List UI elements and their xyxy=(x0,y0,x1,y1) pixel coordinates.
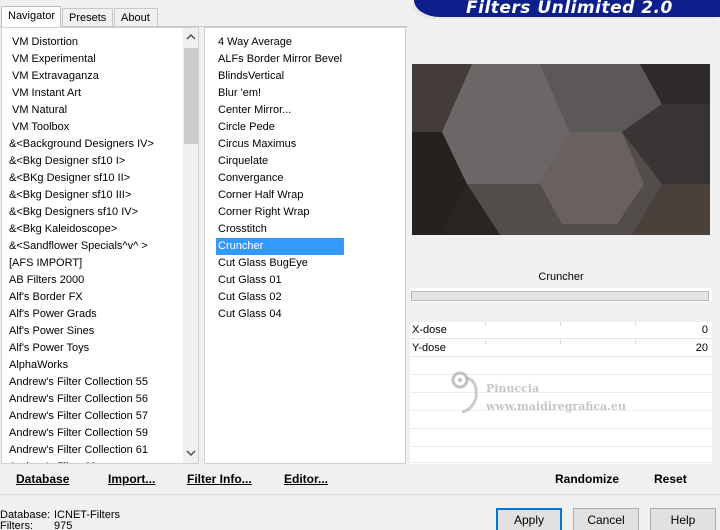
status-filters: Filters: 975 xyxy=(0,520,72,530)
param-value: 20 xyxy=(695,342,708,354)
category-item[interactable]: Alf's Border FX xyxy=(2,289,156,306)
param-separator-bar xyxy=(411,291,709,301)
filter-item[interactable]: Cirquelate xyxy=(216,153,344,170)
category-item[interactable]: &<Background Designers IV> xyxy=(2,136,156,153)
filter-item[interactable]: Cut Glass 01 xyxy=(216,272,344,289)
param-label: Y-dose xyxy=(412,342,446,354)
filter-item[interactable]: Corner Half Wrap xyxy=(216,187,344,204)
category-item[interactable]: &<Sandflower Specials^v^ > xyxy=(2,238,156,255)
category-item[interactable]: Andrew's Filter Collection 55 xyxy=(2,374,156,391)
category-item[interactable]: Alf's Power Sines xyxy=(2,323,156,340)
database-button[interactable]: Database xyxy=(16,472,69,486)
filter-item[interactable]: Corner Right Wrap xyxy=(216,204,344,221)
parameters-panel: Cruncher X-dose 0 Y-dose 20 xyxy=(410,266,712,464)
category-item[interactable]: VM Distortion xyxy=(2,34,156,51)
filter-list[interactable]: 4 Way Average ALFs Border Mirror Bevel Bli… xyxy=(216,34,345,323)
category-item[interactable]: AB Filters 2000 xyxy=(2,272,156,289)
category-item[interactable]: &<BKg Designer sf10 II> xyxy=(2,170,156,187)
filter-item[interactable]: Center Mirror... xyxy=(216,102,344,119)
app-title: Filters Unlimited 2.0 xyxy=(466,0,673,18)
category-item[interactable]: Andrew's Filter Collection 61 xyxy=(2,442,156,459)
filter-item[interactable]: Crosstitch xyxy=(216,221,344,238)
filter-item[interactable]: Cruncher xyxy=(216,238,345,255)
chevron-down-icon[interactable] xyxy=(183,446,198,462)
category-item[interactable]: &<Bkg Designer sf10 III> xyxy=(2,187,156,204)
category-item[interactable]: &<Bkg Designers sf10 IV> xyxy=(2,204,156,221)
import-button[interactable]: Import... xyxy=(108,472,155,486)
title-banner: Filters Unlimited 2.0 xyxy=(414,0,720,18)
cancel-button[interactable]: Cancel xyxy=(573,508,639,530)
chevron-up-icon[interactable] xyxy=(183,30,198,46)
category-item[interactable]: AlphaWorks xyxy=(2,357,156,374)
filter-item[interactable]: Cut Glass 02 xyxy=(216,289,344,306)
category-item[interactable]: Andrew's Filter Collection 57 xyxy=(2,408,156,425)
category-scrollbar[interactable] xyxy=(183,28,198,463)
category-item[interactable]: &<Bkg Designer sf10 I> xyxy=(2,153,156,170)
filter-name-display: Cruncher xyxy=(410,266,712,288)
preview-image xyxy=(412,64,710,235)
tab-navigator[interactable]: Navigator xyxy=(1,6,61,27)
category-item[interactable]: VM Natural xyxy=(2,102,156,119)
reset-button[interactable]: Reset xyxy=(654,472,687,486)
bottom-toolbar: Database Import... Filter Info... Editor… xyxy=(0,464,720,494)
help-button[interactable]: Help xyxy=(650,508,716,530)
category-item[interactable]: VM Instant Art xyxy=(2,85,156,102)
category-item[interactable]: Andrew's Filter Collection 59 xyxy=(2,425,156,442)
filter-item[interactable]: ALFs Border Mirror Bevel xyxy=(216,51,344,68)
filter-item[interactable]: Cut Glass BugEye xyxy=(216,255,344,272)
category-item[interactable]: Alf's Power Grads xyxy=(2,306,156,323)
category-list-panel[interactable]: VM Distortion VM Experimental VM Extravaga… xyxy=(1,27,199,464)
filter-item[interactable]: Convergance xyxy=(216,170,344,187)
category-item[interactable]: Alf's Power Toys xyxy=(2,340,156,357)
category-item[interactable]: [AFS IMPORT] xyxy=(2,255,156,272)
filter-item[interactable]: Blur 'em! xyxy=(216,85,344,102)
category-item[interactable]: VM Experimental xyxy=(2,51,156,68)
filter-item[interactable]: Circle Pede xyxy=(216,119,344,136)
category-item[interactable]: &<Bkg Kaleidoscope> xyxy=(2,221,156,238)
tab-about[interactable]: About xyxy=(114,8,158,26)
filter-item[interactable]: BlindsVertical xyxy=(216,68,344,85)
param-row-x-dose[interactable]: X-dose 0 xyxy=(410,322,712,339)
category-item[interactable]: VM Toolbox xyxy=(2,119,156,136)
param-value: 0 xyxy=(701,324,708,336)
param-label: X-dose xyxy=(412,324,447,336)
filter-item[interactable]: Cut Glass 04 xyxy=(216,306,344,323)
scroll-thumb[interactable] xyxy=(184,48,198,144)
filter-item[interactable]: Circus Maximus xyxy=(216,136,344,153)
status-value: 975 xyxy=(54,520,73,530)
tab-presets[interactable]: Presets xyxy=(62,8,113,26)
randomize-button[interactable]: Randomize xyxy=(555,472,619,486)
editor-button[interactable]: Editor... xyxy=(284,472,328,486)
status-label: Filters: xyxy=(0,520,33,530)
category-item[interactable]: Andrew's Filter Collection 56 xyxy=(2,391,156,408)
apply-button[interactable]: Apply xyxy=(496,508,562,530)
filter-info-button[interactable]: Filter Info... xyxy=(187,472,252,486)
filter-item[interactable]: 4 Way Average xyxy=(216,34,344,51)
param-row-y-dose[interactable]: Y-dose 20 xyxy=(410,340,712,357)
filter-list-panel[interactable]: 4 Way Average ALFs Border Mirror Bevel Bli… xyxy=(204,27,406,464)
category-list[interactable]: VM Distortion VM Experimental VM Extravaga… xyxy=(2,34,156,463)
category-item[interactable]: VM Extravaganza xyxy=(2,68,156,85)
